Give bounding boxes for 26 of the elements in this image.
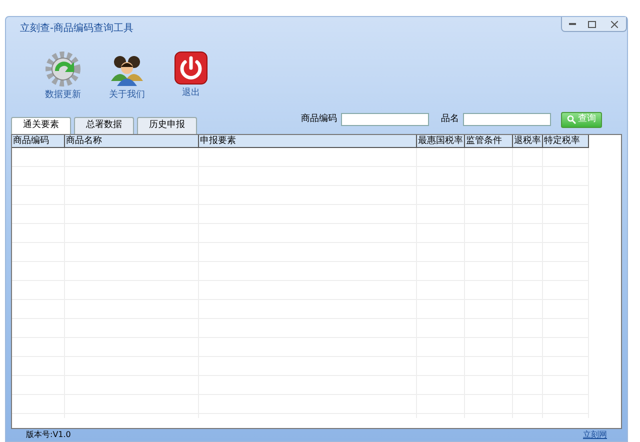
tab[interactable]: 历史申报 [137,116,197,134]
column-header: 最惠国税率 [417,134,465,148]
power-icon [174,51,208,85]
column-header: 特定税率 [543,134,589,148]
minimize-icon [568,23,576,25]
column-header: 商品编码 [12,134,65,148]
window-title: 立刻查-商品编码查询工具 [20,22,134,36]
toolbar-button[interactable]: 关于我们 [104,51,150,102]
code-input-field[interactable] [341,113,429,126]
column-header: 申报要素 [199,134,417,148]
toolbar-button[interactable]: 退出 [168,51,214,102]
gear-refresh-icon [45,51,81,87]
column-header: 商品名称 [65,134,199,148]
version-text: 版本号:V1.0 [26,430,71,440]
tab[interactable]: 总署数据 [74,116,134,134]
tab[interactable]: 通关要素 [11,116,71,134]
maximize-icon [588,20,596,28]
search-icon [567,115,576,124]
code-label: 商品编码 [301,112,337,126]
column-header: 监管条件 [465,134,513,148]
column-header: 退税率 [513,134,543,148]
toolbar-button[interactable]: 数据更新 [40,51,86,102]
name-input-field[interactable] [463,113,551,126]
site-link[interactable]: 立刻网 [583,430,607,440]
close-icon [610,20,618,28]
name-label: 品名 [441,112,459,126]
